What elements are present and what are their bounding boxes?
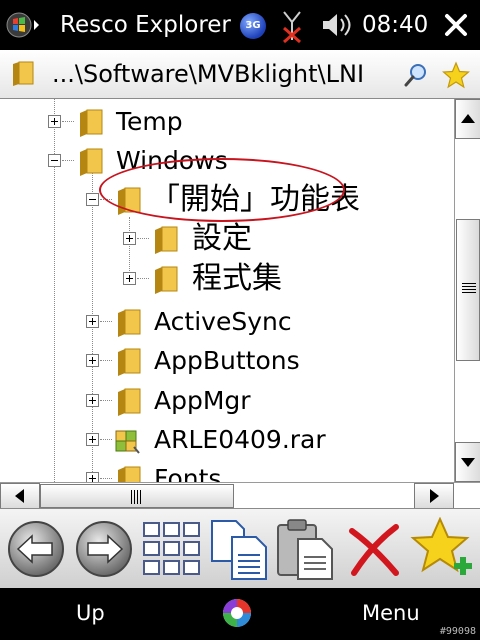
tree-item-label: 設定 xyxy=(192,221,252,256)
vertical-scroll-thumb[interactable] xyxy=(456,219,480,361)
folder-icon xyxy=(118,388,141,416)
tree-item-label: 程式集 xyxy=(192,261,282,296)
tree-item-label: ARLE0409.rar xyxy=(154,425,326,454)
status-bar: Resco Explorer 3G 08:40 xyxy=(0,0,480,50)
triangle-down-icon xyxy=(461,458,475,467)
tree-item-appbuttons[interactable]: AppButtons xyxy=(0,341,454,381)
path-bar: ...\Software\MVBklight\LNI xyxy=(0,50,480,99)
favorite-star-icon[interactable] xyxy=(442,61,470,89)
collapse-toggle[interactable] xyxy=(86,193,99,206)
expand-toggle[interactable] xyxy=(86,315,99,328)
app-title: Resco Explorer xyxy=(60,12,231,38)
softkey-up[interactable]: Up xyxy=(76,598,105,628)
tree-item-arle0409-rar[interactable]: ARLE0409.rar xyxy=(0,420,454,460)
scroll-left-button[interactable] xyxy=(0,483,40,509)
back-button[interactable] xyxy=(4,517,68,581)
tree-item-label: Windows xyxy=(116,146,228,175)
tree-item-label: 「開始」功能表 xyxy=(150,182,360,217)
current-path[interactable]: ...\Software\MVBklight\LNI xyxy=(52,59,408,89)
folder-icon xyxy=(118,309,141,337)
folder-icon xyxy=(118,348,141,376)
soft-key-bar: Up Menu #99098 xyxy=(0,588,480,640)
tree-item-windows[interactable]: Windows xyxy=(0,141,454,181)
tree-item-label: AppButtons xyxy=(154,346,300,375)
expand-toggle[interactable] xyxy=(123,272,136,285)
folder-icon xyxy=(155,226,178,254)
tree-item-label: Temp xyxy=(116,107,183,136)
paste-button[interactable] xyxy=(274,517,338,581)
collapse-toggle[interactable] xyxy=(48,154,61,167)
folder-icon xyxy=(155,266,178,294)
vertical-scrollbar[interactable] xyxy=(454,99,480,482)
toolbar xyxy=(0,508,480,589)
scroll-down-button[interactable] xyxy=(455,442,480,482)
expand-toggle[interactable] xyxy=(86,472,99,482)
close-icon[interactable] xyxy=(440,8,472,42)
expand-toggle[interactable] xyxy=(123,232,136,245)
horizontal-scrollbar[interactable] xyxy=(0,482,454,509)
scrollbar-corner xyxy=(454,482,480,509)
signal-icon[interactable] xyxy=(280,6,304,46)
volume-icon[interactable] xyxy=(320,10,354,40)
tree-item-fonts[interactable]: Fonts xyxy=(0,459,454,482)
windows-start-icon[interactable] xyxy=(6,10,42,40)
folder-tree: Temp Windows 「開始」功能表 設定 程式集 ActiveSync A… xyxy=(0,99,454,482)
tree-item-label: AppMgr xyxy=(154,386,251,415)
search-icon[interactable] xyxy=(404,63,428,87)
triangle-right-icon xyxy=(430,489,439,503)
tree-item-programs[interactable]: 程式集 xyxy=(0,259,454,299)
tree-item-appmgr[interactable]: AppMgr xyxy=(0,381,454,421)
folder-icon xyxy=(80,109,103,137)
scroll-up-button[interactable] xyxy=(455,99,480,139)
tree-item-activesync[interactable]: ActiveSync xyxy=(0,302,454,342)
watermark: #99098 xyxy=(439,626,476,637)
input-panel-icon[interactable] xyxy=(220,596,254,630)
tree-item-start-menu[interactable]: 「開始」功能表 xyxy=(0,180,454,220)
scroll-right-button[interactable] xyxy=(414,483,454,509)
view-grid-button[interactable] xyxy=(140,517,204,581)
triangle-left-icon xyxy=(15,489,24,503)
folder-icon xyxy=(118,187,141,215)
expand-toggle[interactable] xyxy=(86,354,99,367)
add-favorite-button[interactable] xyxy=(410,517,474,581)
softkey-menu[interactable]: Menu xyxy=(362,598,420,628)
clock[interactable]: 08:40 xyxy=(362,10,428,40)
archive-icon xyxy=(115,430,140,454)
expand-toggle[interactable] xyxy=(86,433,99,446)
forward-button[interactable] xyxy=(72,517,136,581)
delete-button[interactable] xyxy=(342,517,406,581)
copy-button[interactable] xyxy=(208,517,272,581)
folder-icon xyxy=(13,61,34,86)
triangle-up-icon xyxy=(461,114,475,123)
expand-toggle[interactable] xyxy=(86,394,99,407)
tree-item-temp[interactable]: Temp xyxy=(0,102,454,142)
folder-icon xyxy=(80,148,103,176)
tree-item-label: Fonts xyxy=(154,464,222,482)
3g-icon[interactable]: 3G xyxy=(240,13,266,39)
folder-icon xyxy=(118,466,141,482)
tree-item-settings[interactable]: 設定 xyxy=(0,219,454,259)
horizontal-scroll-thumb[interactable] xyxy=(40,484,234,508)
expand-toggle[interactable] xyxy=(48,115,61,128)
tree-item-label: ActiveSync xyxy=(154,307,292,336)
